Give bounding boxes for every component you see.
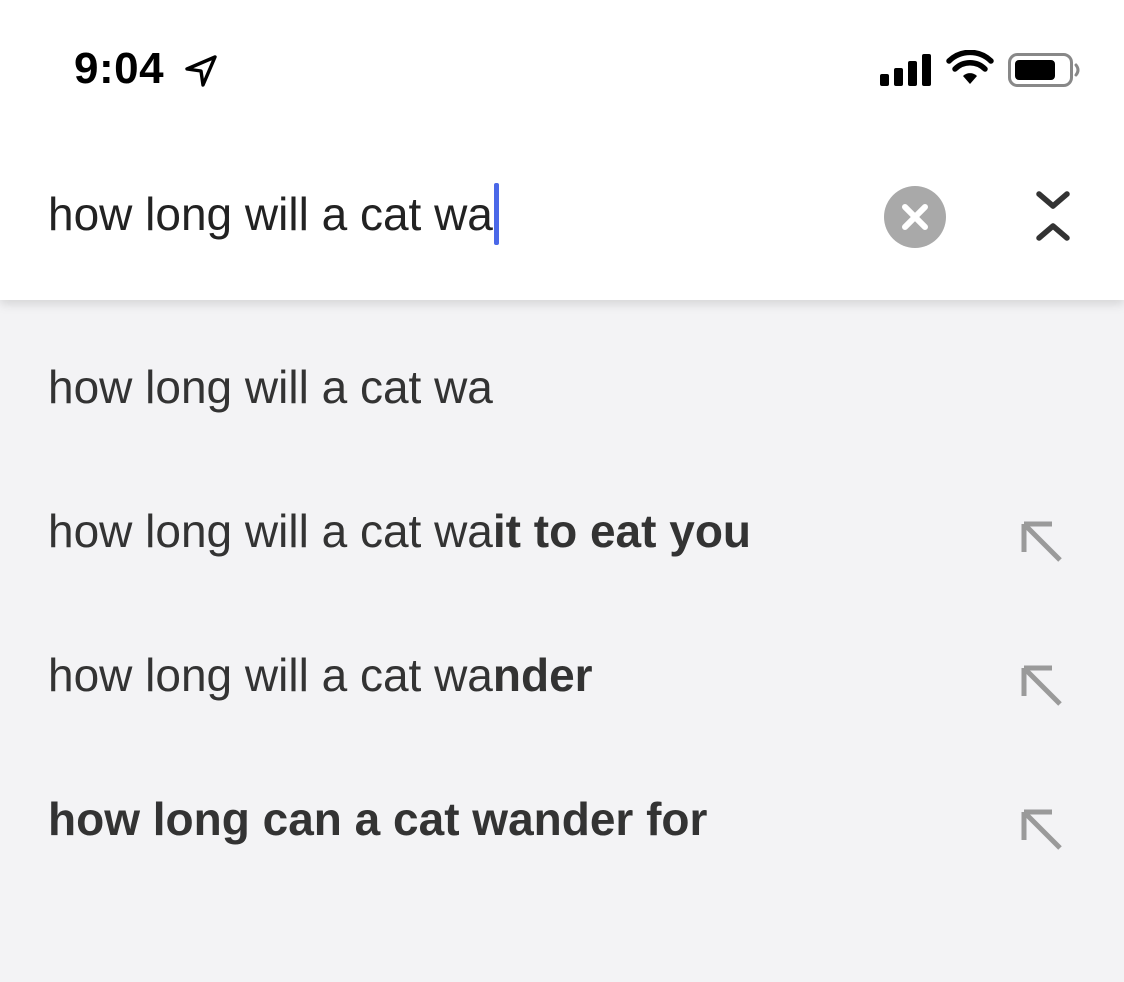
battery-icon: [1008, 53, 1080, 87]
suggestion-item[interactable]: how long will a cat wait to eat you: [0, 444, 1124, 588]
suggestion-item[interactable]: how long can a cat wander for: [0, 732, 1124, 876]
suggestion-bold-text: how long can a cat wander for: [48, 793, 708, 845]
location-arrow-icon: [185, 55, 217, 87]
suggestion-typed-text: how long will a cat wa: [48, 361, 493, 413]
suggestion-text: how long will a cat wait to eat you: [48, 504, 751, 558]
text-caret: [493, 183, 499, 245]
suggestion-typed-text: how long will a cat wa: [48, 505, 493, 557]
suggestion-text: how long can a cat wander for: [48, 792, 707, 846]
fill-query-arrow-icon[interactable]: [1016, 516, 1066, 566]
suggestion-item[interactable]: how long will a cat wander: [0, 588, 1124, 732]
suggestion-completion-text: it to eat you: [492, 505, 752, 557]
search-bar: how long will a cat wa: [0, 150, 1124, 280]
status-bar: 9:04: [0, 0, 1124, 130]
wifi-icon: [946, 50, 994, 84]
suggestion-text: how long will a cat wander: [48, 648, 593, 702]
suggestion-typed-text: how long will a cat wa: [48, 649, 493, 701]
search-query-text: how long will a cat wa: [48, 188, 493, 240]
suggestion-completion-text: nder: [492, 649, 593, 701]
search-header: 9:04 how long will a cat wa: [0, 0, 1124, 300]
clear-circle-icon: [902, 204, 928, 230]
collapse-button[interactable]: [1024, 186, 1082, 248]
status-time: 9:04: [74, 44, 165, 93]
collapse-chevrons-icon: [1036, 191, 1070, 241]
fill-query-arrow-icon[interactable]: [1016, 660, 1066, 710]
fill-query-arrow-icon[interactable]: [1016, 804, 1066, 854]
suggestion-text: how long will a cat wa: [48, 360, 493, 414]
suggestion-item[interactable]: how long will a cat wa: [0, 300, 1124, 444]
search-input[interactable]: how long will a cat wa: [48, 183, 848, 245]
cellular-signal-icon: [880, 54, 931, 86]
clear-search-button[interactable]: [884, 186, 946, 248]
